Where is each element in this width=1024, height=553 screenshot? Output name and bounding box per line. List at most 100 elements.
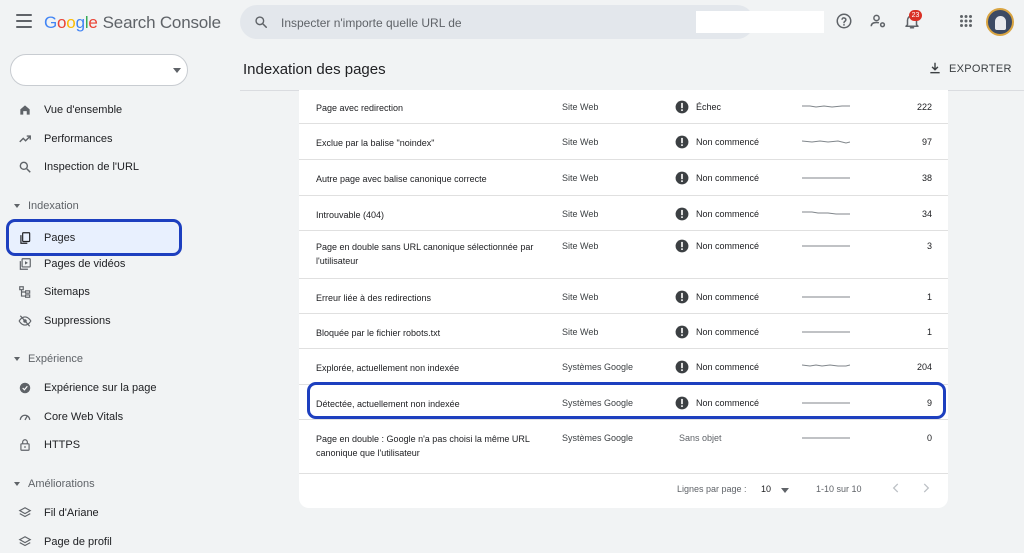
table-row[interactable]: Explorée, actuellement non indexée Systèm… xyxy=(299,349,948,385)
menu-icon[interactable] xyxy=(16,14,32,28)
trend-sparkline xyxy=(802,437,850,439)
page-experience-icon xyxy=(19,382,31,394)
logo-letter: G xyxy=(44,13,58,32)
reason-cell: Exclue par la balise "noindex" xyxy=(316,138,435,148)
url-inspection-search[interactable]: Inspecter n'importe quelle URL de xyxy=(240,5,824,39)
source-cell: Site Web xyxy=(562,292,599,302)
reason-cell: Page en double : Google n'a pas choisi l… xyxy=(316,434,530,458)
pages-icon xyxy=(20,232,31,244)
logo-letter: o xyxy=(66,13,76,32)
sidebar-item-performance[interactable]: Performances xyxy=(0,125,200,153)
manage-users-icon[interactable] xyxy=(869,12,887,30)
validation-status: Sans objet xyxy=(679,433,722,443)
previous-page-icon[interactable] xyxy=(889,481,903,495)
trending-up-icon xyxy=(19,135,31,143)
error-status-icon xyxy=(675,360,689,374)
pages-count: 97 xyxy=(921,137,932,147)
sidebar-item-url-inspection[interactable]: Inspection de l'URL xyxy=(0,153,200,181)
trend-sparkline xyxy=(802,245,850,247)
sidebar-item-label: Vue d'ensemble xyxy=(44,104,123,116)
help-icon[interactable] xyxy=(835,12,853,30)
trend-sparkline xyxy=(802,177,850,179)
error-status-icon xyxy=(675,290,689,304)
search-placeholder: Inspecter n'importe quelle URL de xyxy=(281,16,462,30)
logo-letter: e xyxy=(88,13,98,32)
sidebar-item-label: Core Web Vitals xyxy=(44,411,124,423)
chevron-down-icon[interactable] xyxy=(781,488,789,493)
table-row[interactable]: Exclue par la balise "noindex" Site Web No… xyxy=(299,124,948,160)
sidebar-item-removals[interactable]: Suppressions xyxy=(0,307,200,335)
sitemap-icon xyxy=(19,286,31,298)
sidebar-item-label: Inspection de l'URL xyxy=(44,161,140,173)
pages-count: 1 xyxy=(926,327,932,337)
sidebar-item-label: Suppressions xyxy=(44,315,111,327)
page-title: Indexation des pages xyxy=(243,61,386,78)
sidebar-item-video-pages[interactable]: Pages de vidéos xyxy=(0,250,200,278)
section-label: Améliorations xyxy=(28,478,95,490)
pages-count: 204 xyxy=(916,362,932,372)
source-cell: Site Web xyxy=(562,173,599,183)
sidebar-item-profile-page[interactable]: Page de profil xyxy=(0,528,200,553)
home-icon xyxy=(20,105,30,115)
validation-status: Non commencé xyxy=(696,209,760,219)
sidebar-item-page-experience[interactable]: Expérience sur la page xyxy=(0,374,200,402)
sidebar-item-label: Fil d'Ariane xyxy=(44,507,99,519)
source-cell: Site Web xyxy=(562,241,599,251)
pagination: Lignes par page : 10 1-10 sur 10 xyxy=(299,474,948,504)
sidebar-item-label: Performances xyxy=(44,133,113,145)
sidebar-item-https[interactable]: HTTPS xyxy=(0,431,200,459)
export-label: EXPORTER xyxy=(949,63,1012,75)
source-cell: Site Web xyxy=(562,209,599,219)
sidebar-item-label: Expérience sur la page xyxy=(44,382,157,394)
sidebar-item-label: Pages xyxy=(44,232,76,244)
next-page-icon[interactable] xyxy=(919,481,933,495)
pages-count: 34 xyxy=(921,209,932,219)
reason-cell: Erreur liée à des redirections xyxy=(316,293,432,303)
layers-icon xyxy=(18,507,32,518)
sidebar-item-sitemaps[interactable]: Sitemaps xyxy=(0,278,200,306)
sidebar-item-breadcrumbs[interactable]: Fil d'Ariane xyxy=(0,499,200,527)
table-row[interactable]: Page en double sans URL canonique sélect… xyxy=(299,231,948,279)
search-icon xyxy=(255,16,268,29)
pages-count: 3 xyxy=(926,241,932,251)
table-row[interactable]: Bloquée par le fichier robots.txt Site We… xyxy=(299,314,948,349)
trend-sparkline xyxy=(802,105,850,108)
section-label: Expérience xyxy=(28,353,84,365)
reason-cell: Page avec redirection xyxy=(316,103,404,113)
download-icon xyxy=(930,62,940,74)
sidebar-item-label: Pages de vidéos xyxy=(44,258,126,270)
sidebar-item-pages[interactable]: Pages xyxy=(0,219,200,256)
section-indexation-toggle[interactable]: Indexation xyxy=(0,200,200,214)
caret-down-icon xyxy=(14,204,20,208)
section-experience-toggle[interactable]: Expérience xyxy=(0,353,200,367)
apps-grid-icon[interactable] xyxy=(957,12,975,30)
table-row[interactable]: Autre page avec balise canonique correct… xyxy=(299,160,948,196)
caret-down-icon xyxy=(14,482,20,486)
visibility-off-icon xyxy=(18,315,32,327)
sidebar-item-label: Page de profil xyxy=(44,536,112,548)
sidebar-item-core-web-vitals[interactable]: Core Web Vitals xyxy=(0,403,200,431)
reason-cell: Introuvable (404) xyxy=(316,210,385,220)
table-row[interactable]: Page avec redirection Site Web Échec 222 xyxy=(299,90,948,124)
logo-letter: o xyxy=(57,13,67,32)
trend-sparkline xyxy=(802,364,850,367)
page-range: 1-10 sur 10 xyxy=(816,484,862,494)
reason-cell: Autre page avec balise canonique correct… xyxy=(316,174,487,184)
account-avatar[interactable] xyxy=(986,8,1014,36)
trend-sparkline xyxy=(802,331,850,333)
validation-status: Échec xyxy=(696,102,722,112)
sidebar-item-overview[interactable]: Vue d'ensemble xyxy=(0,96,200,124)
pages-count: 222 xyxy=(916,102,932,112)
rows-per-page-select[interactable]: 10 xyxy=(761,484,771,494)
trend-sparkline xyxy=(802,296,850,298)
validation-status: Non commencé xyxy=(696,173,760,183)
table-row[interactable]: Erreur liée à des redirections Site Web No… xyxy=(299,279,948,314)
source-cell: Site Web xyxy=(562,327,599,337)
app-logo[interactable]: Google Search Console xyxy=(44,13,221,33)
table-row[interactable]: Introuvable (404) Site Web Non commencé 34 xyxy=(299,196,948,231)
table-row[interactable]: Page en double : Google n'a pas choisi l… xyxy=(299,420,948,474)
redacted-property-url xyxy=(696,11,824,33)
section-enhancements-toggle[interactable]: Améliorations xyxy=(0,478,200,492)
validation-status: Non commencé xyxy=(696,327,760,337)
property-selector[interactable] xyxy=(10,54,188,86)
